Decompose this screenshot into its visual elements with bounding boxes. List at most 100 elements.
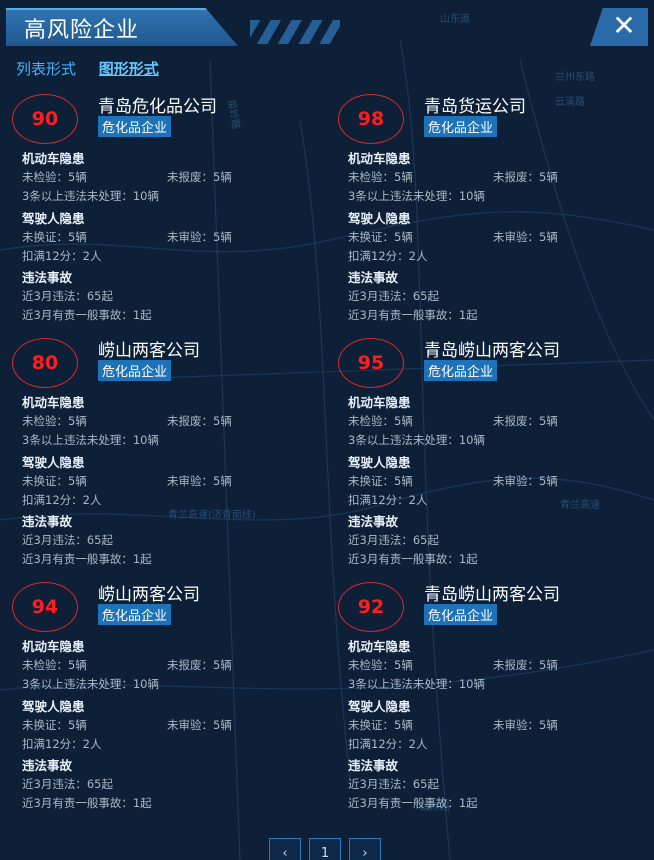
- vehicle-unscrapped: 未报废：5辆: [167, 658, 232, 672]
- driver-full-points: 扣满12分：2人: [22, 249, 102, 263]
- company-card[interactable]: 98 青岛货运公司 危化品企业 机动车隐患 未检验：5辆 未报废：5辆 3条以上…: [338, 92, 648, 322]
- company-card[interactable]: 94 崂山两客公司 危化品企业 机动车隐患 未检验：5辆 未报废：5辆 3条以上…: [12, 580, 322, 810]
- section-driver-hazard: 驾驶人隐患: [22, 211, 85, 226]
- driver-full-points: 扣满12分：2人: [348, 493, 428, 507]
- risk-score: 94: [12, 582, 78, 632]
- company-name: 崂山两客公司: [98, 341, 200, 361]
- section-vehicle-hazard: 机动车隐患: [22, 395, 85, 410]
- company-type-badge: 危化品企业: [98, 116, 172, 137]
- vehicle-unscrapped: 未报废：5辆: [493, 170, 558, 184]
- chevron-right-icon: ›: [362, 846, 368, 860]
- risk-score: 80: [12, 338, 78, 388]
- driver-not-reviewed: 未审验：5辆: [167, 230, 232, 244]
- page-title: 高风险企业: [24, 18, 140, 43]
- recent-accidents: 近3月有责一般事故：1起: [22, 796, 152, 810]
- section-driver-hazard: 驾驶人隐患: [22, 455, 85, 470]
- recent-accidents: 近3月有责一般事故：1起: [348, 308, 478, 322]
- tab-list-view[interactable]: 列表形式: [16, 60, 76, 78]
- driver-full-points: 扣满12分：2人: [22, 493, 102, 507]
- next-page-button[interactable]: ›: [349, 838, 381, 860]
- risk-score: 92: [338, 582, 404, 632]
- company-type-badge: 危化品企业: [98, 360, 172, 381]
- recent-violations: 近3月违法：65起: [348, 777, 439, 791]
- driver-license-not-renewed: 未换证：5辆: [22, 474, 87, 488]
- vehicle-unscrapped: 未报废：5辆: [167, 170, 232, 184]
- driver-not-reviewed: 未审验：5辆: [493, 474, 558, 488]
- section-driver-hazard: 驾驶人隐患: [348, 699, 411, 714]
- section-violation: 违法事故: [348, 758, 399, 773]
- section-violation: 违法事故: [348, 270, 399, 285]
- recent-violations: 近3月违法：65起: [348, 289, 439, 303]
- vehicle-unscrapped: 未报废：5辆: [493, 414, 558, 428]
- company-card[interactable]: 90 青岛危化品公司 危化品企业 机动车隐患 未检验：5辆 未报废：5辆 3条以…: [12, 92, 322, 322]
- recent-accidents: 近3月有责一般事故：1起: [348, 552, 478, 566]
- section-driver-hazard: 驾驶人隐患: [348, 211, 411, 226]
- section-vehicle-hazard: 机动车隐患: [22, 151, 85, 166]
- vehicle-unhandled-violations: 3条以上违法未处理：10辆: [22, 189, 159, 203]
- close-button[interactable]: ✕: [590, 8, 648, 46]
- vehicle-unhandled-violations: 3条以上违法未处理：10辆: [22, 677, 159, 691]
- company-card[interactable]: 95 青岛崂山两客公司 危化品企业 机动车隐患 未检验：5辆 未报废：5辆 3条…: [338, 336, 648, 566]
- driver-not-reviewed: 未审验：5辆: [167, 474, 232, 488]
- section-violation: 违法事故: [22, 758, 73, 773]
- high-risk-panel: 高风险企业 ✕ 列表形式 图形形式 90 青岛危化品公司 危化品企业 机动车隐患…: [0, 0, 654, 860]
- recent-violations: 近3月违法：65起: [348, 533, 439, 547]
- vehicle-unhandled-violations: 3条以上违法未处理：10辆: [348, 189, 485, 203]
- company-name: 青岛危化品公司: [98, 97, 217, 117]
- risk-score: 90: [12, 94, 78, 144]
- driver-license-not-renewed: 未换证：5辆: [348, 230, 413, 244]
- company-type-badge: 危化品企业: [424, 360, 498, 381]
- company-type-badge: 危化品企业: [98, 604, 172, 625]
- section-vehicle-hazard: 机动车隐患: [348, 151, 411, 166]
- prev-page-button[interactable]: ‹: [269, 838, 301, 860]
- vehicle-uninspected: 未检验：5辆: [22, 170, 87, 184]
- tab-graph-view[interactable]: 图形形式: [99, 60, 159, 78]
- company-card[interactable]: 92 青岛崂山两客公司 危化品企业 机动车隐患 未检验：5辆 未报废：5辆 3条…: [338, 580, 648, 810]
- company-type-badge: 危化品企业: [424, 604, 498, 625]
- company-card[interactable]: 80 崂山两客公司 危化品企业 机动车隐患 未检验：5辆 未报废：5辆 3条以上…: [12, 336, 322, 566]
- driver-full-points: 扣满12分：2人: [348, 249, 428, 263]
- recent-violations: 近3月违法：65起: [22, 289, 113, 303]
- chevron-left-icon: ‹: [282, 846, 288, 860]
- driver-license-not-renewed: 未换证：5辆: [22, 718, 87, 732]
- driver-full-points: 扣满12分：2人: [348, 737, 428, 751]
- vehicle-unscrapped: 未报废：5辆: [493, 658, 558, 672]
- company-type-badge: 危化品企业: [424, 116, 498, 137]
- recent-accidents: 近3月有责一般事故：1起: [22, 552, 152, 566]
- section-vehicle-hazard: 机动车隐患: [348, 395, 411, 410]
- section-vehicle-hazard: 机动车隐患: [22, 639, 85, 654]
- recent-accidents: 近3月有责一般事故：1起: [22, 308, 152, 322]
- vehicle-uninspected: 未检验：5辆: [348, 414, 413, 428]
- company-name: 青岛货运公司: [424, 97, 526, 117]
- recent-accidents: 近3月有责一般事故：1起: [348, 796, 478, 810]
- driver-license-not-renewed: 未换证：5辆: [348, 718, 413, 732]
- driver-not-reviewed: 未审验：5辆: [167, 718, 232, 732]
- section-violation: 违法事故: [348, 514, 399, 529]
- close-icon: ✕: [612, 9, 636, 42]
- vehicle-unhandled-violations: 3条以上违法未处理：10辆: [22, 433, 159, 447]
- risk-score: 95: [338, 338, 404, 388]
- driver-full-points: 扣满12分：2人: [22, 737, 102, 751]
- company-name: 青岛崂山两客公司: [424, 341, 560, 361]
- company-name: 崂山两客公司: [98, 585, 200, 605]
- vehicle-uninspected: 未检验：5辆: [22, 658, 87, 672]
- vehicle-uninspected: 未检验：5辆: [348, 658, 413, 672]
- risk-score: 98: [338, 94, 404, 144]
- company-name: 青岛崂山两客公司: [424, 585, 560, 605]
- section-vehicle-hazard: 机动车隐患: [348, 639, 411, 654]
- driver-not-reviewed: 未审验：5辆: [493, 718, 558, 732]
- vehicle-uninspected: 未检验：5辆: [348, 170, 413, 184]
- section-driver-hazard: 驾驶人隐患: [22, 699, 85, 714]
- driver-license-not-renewed: 未换证：5辆: [348, 474, 413, 488]
- vehicle-unscrapped: 未报废：5辆: [167, 414, 232, 428]
- page-number-button[interactable]: 1: [309, 838, 341, 860]
- vehicle-unhandled-violations: 3条以上违法未处理：10辆: [348, 433, 485, 447]
- decor-stripes: [250, 20, 340, 44]
- vehicle-unhandled-violations: 3条以上违法未处理：10辆: [348, 677, 485, 691]
- panel-header: 高风险企业 ✕: [0, 0, 654, 46]
- view-tabs: 列表形式 图形形式: [16, 58, 177, 79]
- vehicle-uninspected: 未检验：5辆: [22, 414, 87, 428]
- recent-violations: 近3月违法：65起: [22, 533, 113, 547]
- section-violation: 违法事故: [22, 514, 73, 529]
- section-driver-hazard: 驾驶人隐患: [348, 455, 411, 470]
